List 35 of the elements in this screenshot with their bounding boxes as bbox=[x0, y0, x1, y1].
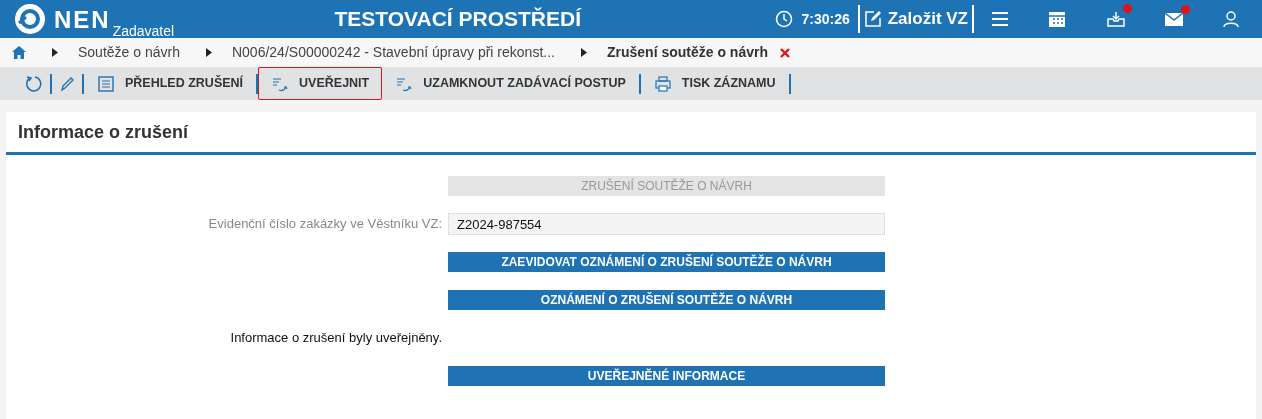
clock-icon bbox=[775, 10, 794, 28]
toolbar-button[interactable]: UVEŘEJNIT bbox=[258, 67, 383, 100]
edit-icon bbox=[863, 10, 882, 28]
toolbar-button[interactable]: PŘEHLED ZRUŠENÍ bbox=[84, 67, 257, 100]
home-icon[interactable] bbox=[12, 46, 26, 59]
action-button[interactable]: OZNÁMENÍ O ZRUŠENÍ SOUTĚŽE O NÁVRH bbox=[448, 290, 885, 310]
printer-icon bbox=[653, 74, 672, 93]
close-icon[interactable] bbox=[780, 47, 790, 58]
action-button[interactable]: ZAEVIDOVAT OZNÁMENÍ O ZRUŠENÍ SOUTĚŽE O NÁVRH bbox=[448, 252, 885, 272]
toolbar-button[interactable]: UZAMKNOUT ZADÁVACÍ POSTUP bbox=[382, 67, 639, 100]
inbox-icon[interactable] bbox=[1106, 10, 1126, 28]
status-text: Informace o zrušení byly uveřejněny. bbox=[230, 329, 442, 348]
mail-icon[interactable] bbox=[1164, 11, 1184, 27]
refresh-icon[interactable] bbox=[24, 73, 44, 94]
logo-icon bbox=[14, 3, 46, 35]
section-title: Informace o zrušení bbox=[18, 120, 189, 144]
environment-title: TESTOVACÍ PROSTŘEDÍ bbox=[334, 6, 581, 33]
breadcrumb-link[interactable]: Soutěže o návrh bbox=[78, 42, 180, 63]
create-tender-button[interactable]: Založit VZ bbox=[859, 6, 972, 32]
input-field[interactable]: Z2024-987554 bbox=[448, 213, 885, 235]
menu-icon[interactable] bbox=[990, 10, 1010, 28]
logo-text: NEN bbox=[54, 5, 111, 35]
caret-icon bbox=[205, 48, 212, 57]
breadcrumb-current: Zrušení soutěže o návrh bbox=[606, 43, 768, 62]
field-label: Evidenční číslo zakázky ve Věstníku VZ: bbox=[208, 215, 442, 234]
caret-icon bbox=[52, 48, 58, 57]
user-icon[interactable] bbox=[1222, 10, 1240, 28]
document-icon bbox=[97, 74, 115, 93]
caret-icon bbox=[580, 48, 587, 57]
logo-subtitle: Zadavatel bbox=[112, 23, 175, 39]
clock-time: 7:30:26 bbox=[801, 9, 850, 29]
breadcrumb-link[interactable]: N006/24/S00000242 - Stavební úpravy při rekonst... bbox=[231, 42, 555, 63]
action-button[interactable]: UVEŘEJNĚNÉ INFORMACE bbox=[448, 366, 885, 386]
toolbar-button[interactable]: TISK ZÁZNAMU bbox=[640, 67, 789, 100]
calendar-icon[interactable] bbox=[1048, 10, 1066, 28]
